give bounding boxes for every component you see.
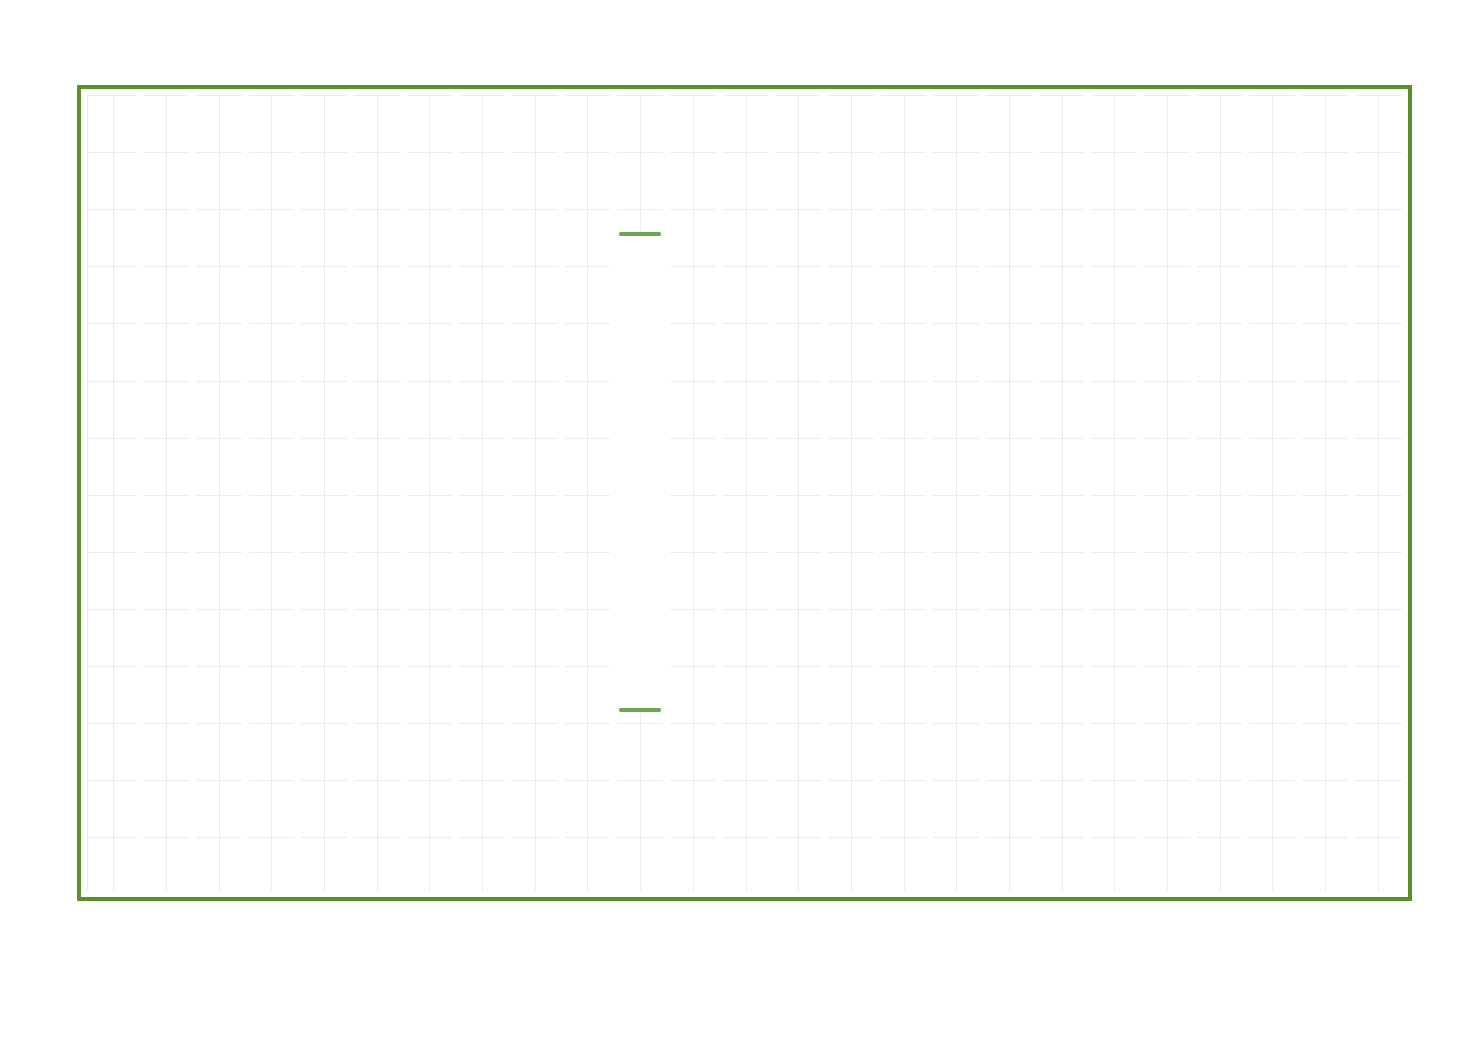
grid-row-line (87, 438, 1402, 439)
grid-row-line (87, 95, 1402, 96)
grid-col-line (1167, 95, 1168, 891)
grid-pair-gap (716, 95, 723, 891)
grid-col-line (1272, 95, 1273, 891)
grid-col-line (271, 95, 272, 891)
grid-row-line (87, 837, 1402, 838)
grid-col-line (1325, 95, 1326, 891)
grid-pair-gap (1242, 95, 1249, 891)
grid-pair-gap (979, 95, 986, 891)
grid-col-line (166, 95, 167, 891)
grid-pair-gap (1084, 95, 1091, 891)
grid-col-line (87, 95, 88, 891)
grid-pair-gap (926, 95, 933, 891)
grid-pair-gap (136, 95, 143, 891)
grid-col-line (746, 95, 747, 891)
grid-pair-gap (294, 95, 301, 891)
text-cursor-bottom-cap (619, 708, 661, 712)
grid-row-line (87, 323, 1402, 324)
grid-col-line (904, 95, 905, 891)
grid-row-line (87, 780, 1402, 781)
grid-pair-gap (400, 95, 407, 891)
grid-col-line (1114, 95, 1115, 891)
grid-pair-gap (1348, 95, 1355, 891)
text-cursor-top-cap (619, 232, 661, 236)
grid-col-line (956, 95, 957, 891)
grid-row-line (87, 209, 1402, 210)
grid-pair-gap (558, 95, 565, 891)
grid-row-line (87, 152, 1402, 153)
grid-pair-gap (505, 95, 512, 891)
grid-pair-gap (452, 95, 459, 891)
grid-col-line (587, 95, 588, 891)
grid-col-line (429, 95, 430, 891)
grid-pair-gap (1295, 95, 1302, 891)
grid-col-line (219, 95, 220, 891)
grid-pair-gap (1032, 95, 1039, 891)
grid-col-line (798, 95, 799, 891)
grid-col-line (1009, 95, 1010, 891)
grid-pair-gap (189, 95, 196, 891)
drawing-canvas-page (0, 0, 1482, 1047)
grid-col-line (1378, 95, 1379, 891)
grid-col-line (851, 95, 852, 891)
board-frame (77, 85, 1412, 901)
grid-pair-gap (768, 95, 775, 891)
grid-col-line (1062, 95, 1063, 891)
grid-row-line (87, 723, 1402, 724)
grid-pair-gap (242, 95, 249, 891)
grid-pair-gap (1137, 95, 1144, 891)
grid-col-line (113, 95, 114, 891)
grid-col-line (693, 95, 694, 891)
grid-col-line (377, 95, 378, 891)
writing-grid[interactable] (87, 95, 1402, 891)
text-cursor[interactable] (616, 232, 664, 712)
grid-pair-gap (821, 95, 828, 891)
grid-col-line (535, 95, 536, 891)
grid-row-line (87, 552, 1402, 553)
grid-row-line (87, 381, 1402, 382)
grid-row-line (87, 495, 1402, 496)
grid-row-line (87, 266, 1402, 267)
grid-row-line (87, 609, 1402, 610)
grid-pair-gap (347, 95, 354, 891)
grid-col-line (324, 95, 325, 891)
grid-pair-gap (1190, 95, 1197, 891)
grid-pair-gap (874, 95, 881, 891)
grid-col-line (1220, 95, 1221, 891)
grid-row-line (87, 666, 1402, 667)
grid-col-line (482, 95, 483, 891)
